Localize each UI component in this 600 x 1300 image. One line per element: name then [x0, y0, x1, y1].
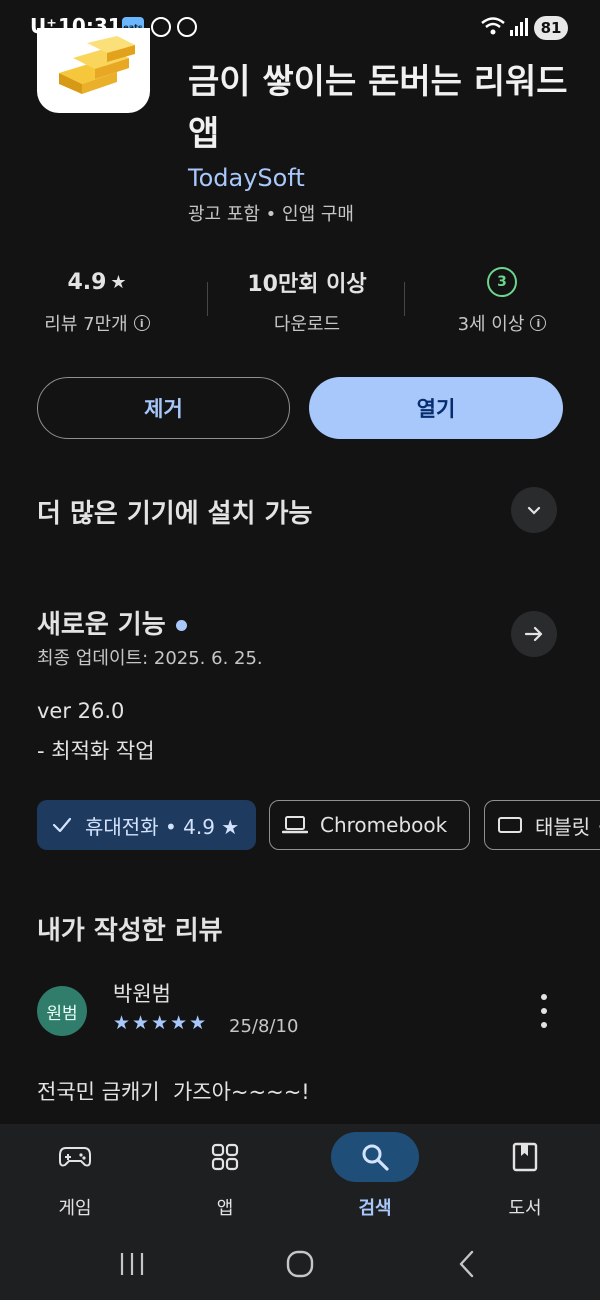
star-icon: ★	[110, 271, 127, 293]
expand-devices-button[interactable]	[511, 487, 557, 533]
gold-bars-icon	[59, 36, 135, 94]
review-text: 전국민 금캐기 가즈아~~~~!	[37, 1080, 310, 1104]
rating-label: 리뷰 7만개	[44, 314, 128, 335]
info-icon: i	[133, 315, 150, 331]
version-text: ver 26.0	[37, 699, 125, 723]
chip-label: 휴대전화 • 4.9 ★	[85, 814, 240, 839]
signal-icon	[510, 18, 528, 36]
back-icon[interactable]	[454, 1248, 480, 1280]
last-updated: 최종 업데이트: 2025. 6. 25.	[37, 648, 263, 669]
app-title: 금이 쌓이는 돈버는 리워드 앱	[188, 62, 568, 154]
new-indicator-dot	[175, 620, 187, 631]
recent-apps-icon[interactable]	[118, 1250, 146, 1278]
app-meta: 광고 포함 • 인앱 구매	[188, 204, 354, 225]
nav-search[interactable]: 검색	[300, 1124, 450, 1230]
age-rating-stat[interactable]: 3 3세 이상 i	[422, 266, 582, 336]
nav-label: 도서	[508, 1198, 542, 1219]
rating-stat[interactable]: 4.9 ★ 리뷰 7만개 i	[17, 266, 177, 336]
downloads-value: 10만회 이상	[247, 272, 367, 297]
release-notes: - 최적화 작업	[37, 739, 155, 763]
chip-label: 태블릿 •	[535, 814, 600, 839]
search-icon	[362, 1144, 389, 1171]
divider	[207, 282, 208, 316]
check-icon	[52, 817, 72, 833]
nav-books[interactable]: 도서	[450, 1124, 600, 1230]
whats-new-heading: 새로운 기능	[37, 604, 187, 641]
chip-tablet[interactable]: 태블릿 •	[484, 800, 600, 850]
nav-label: 앱	[216, 1198, 234, 1219]
developer-link[interactable]: TodaySoft	[188, 164, 305, 192]
more-options-icon[interactable]	[532, 994, 556, 1028]
laptop-icon	[282, 816, 308, 834]
tablet-icon	[498, 817, 522, 833]
wifi-icon	[481, 17, 505, 35]
review-date: 25/8/10	[229, 1016, 299, 1037]
reviewer-name: 박원범	[113, 982, 171, 1006]
app-icon	[37, 28, 150, 113]
nav-label: 검색	[358, 1198, 392, 1219]
system-navigation-bar	[0, 1230, 600, 1300]
star-rating: ★★★★★	[113, 1012, 209, 1034]
chip-phone[interactable]: 휴대전화 • 4.9 ★	[37, 800, 256, 850]
more-devices-title: 더 많은 기기에 설치 가능	[37, 499, 313, 529]
my-review-title: 내가 작성한 리뷰	[37, 916, 223, 946]
chip-chromebook[interactable]: Chromebook	[269, 800, 470, 850]
age-rating-badge: 3	[487, 267, 517, 297]
nav-games[interactable]: 게임	[0, 1124, 150, 1230]
nav-apps[interactable]: 앱	[150, 1124, 300, 1230]
gamepad-icon	[59, 1147, 91, 1167]
talk-notification-icon	[151, 17, 171, 37]
downloads-stat: 10만회 이상 다운로드	[227, 266, 387, 336]
whats-new-title: 새로운 기능	[37, 610, 166, 640]
arrow-right-icon	[524, 626, 543, 642]
chip-label: Chromebook	[320, 813, 448, 837]
battery-indicator: 81	[534, 16, 568, 40]
apps-grid-icon	[211, 1143, 239, 1171]
app-notification-icon	[177, 17, 197, 37]
divider	[404, 282, 405, 316]
uninstall-button[interactable]: 제거	[37, 377, 290, 439]
book-icon	[512, 1142, 538, 1172]
age-rating-label: 3세 이상	[457, 314, 525, 335]
rating-value: 4.9	[67, 269, 107, 295]
downloads-label: 다운로드	[273, 314, 341, 335]
open-button[interactable]: 열기	[309, 377, 563, 439]
avatar: 원범	[37, 986, 87, 1036]
whats-new-more-button[interactable]	[511, 611, 557, 657]
bottom-navigation: 게임 앱 검색 도서	[0, 1124, 600, 1230]
chevron-down-icon	[527, 506, 541, 515]
nav-label: 게임	[58, 1198, 92, 1219]
home-icon[interactable]	[284, 1248, 316, 1280]
info-icon: i	[530, 315, 547, 331]
